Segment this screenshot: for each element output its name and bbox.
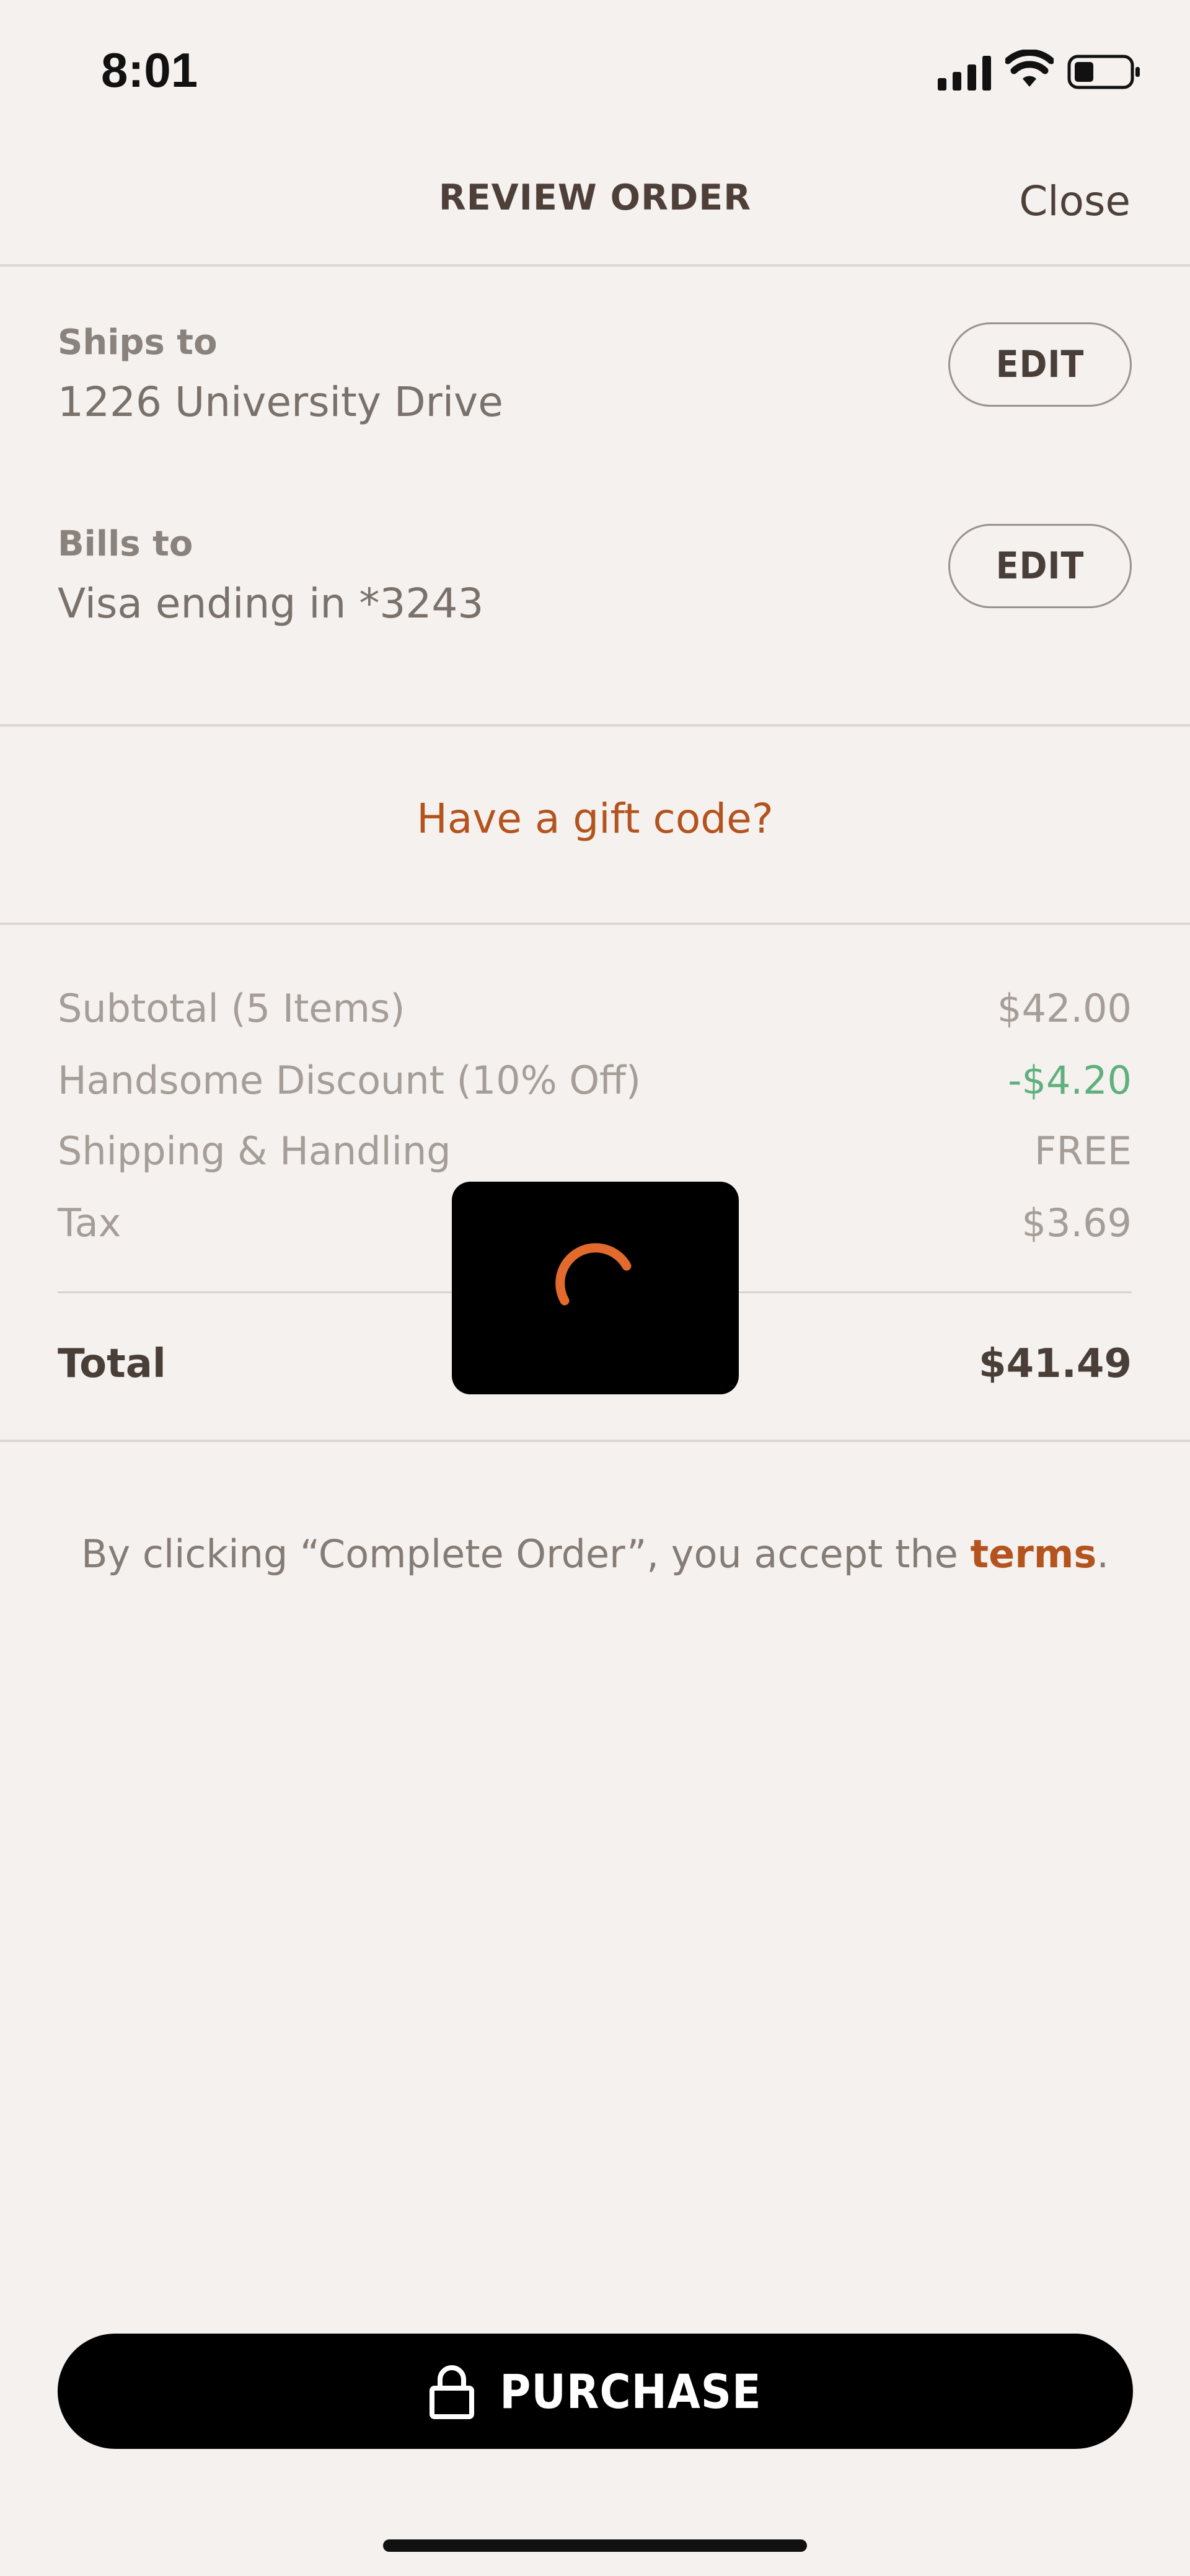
subtotal-value: $42.00	[997, 986, 1132, 1031]
subtotal-label: Subtotal (5 Items)	[58, 986, 405, 1031]
bills-to-payment: Visa ending in *3243	[58, 580, 484, 627]
status-time: 8:01	[101, 43, 198, 97]
signal-icon	[938, 56, 991, 91]
terms-link[interactable]: terms	[971, 1531, 1097, 1577]
total-value: $41.49	[979, 1341, 1132, 1387]
address-divider	[0, 724, 1190, 727]
summary-bottom-divider	[0, 1440, 1190, 1442]
shipping-handling-value: FREE	[1034, 1128, 1132, 1174]
terms-suffix: .	[1096, 1531, 1109, 1577]
total-label: Total	[58, 1341, 166, 1387]
close-button[interactable]: Close	[1019, 177, 1130, 225]
terms-prefix: By clicking “Complete Order”, you accept…	[81, 1531, 971, 1577]
battery-icon	[1067, 55, 1140, 89]
discount-value: -$4.20	[1008, 1058, 1132, 1103]
wifi-icon	[1005, 50, 1054, 87]
gift-divider	[0, 923, 1190, 925]
bills-to-label: Bills to	[58, 524, 193, 564]
lock-icon	[430, 2365, 475, 2419]
edit-billing-button[interactable]: EDIT	[948, 524, 1132, 608]
purchase-button[interactable]: PURCHASE	[58, 2334, 1133, 2449]
header-divider	[0, 264, 1190, 267]
terms-text: By clicking “Complete Order”, you accept…	[0, 1531, 1190, 1577]
loading-spinner-icon	[555, 1243, 632, 1306]
discount-label: Handsome Discount (10% Off)	[58, 1058, 641, 1103]
loading-overlay	[452, 1182, 739, 1394]
ships-to-label: Ships to	[58, 322, 218, 363]
purchase-label: PURCHASE	[500, 2363, 762, 2419]
edit-shipping-button[interactable]: EDIT	[948, 322, 1132, 407]
home-indicator	[383, 2539, 807, 2552]
tax-value: $3.69	[1021, 1200, 1132, 1246]
ships-to-address: 1226 University Drive	[58, 378, 503, 426]
shipping-handling-label: Shipping & Handling	[58, 1128, 451, 1174]
page-title: REVIEW ORDER	[438, 177, 752, 218]
tax-label: Tax	[58, 1200, 121, 1246]
gift-code-link[interactable]: Have a gift code?	[0, 795, 1190, 843]
